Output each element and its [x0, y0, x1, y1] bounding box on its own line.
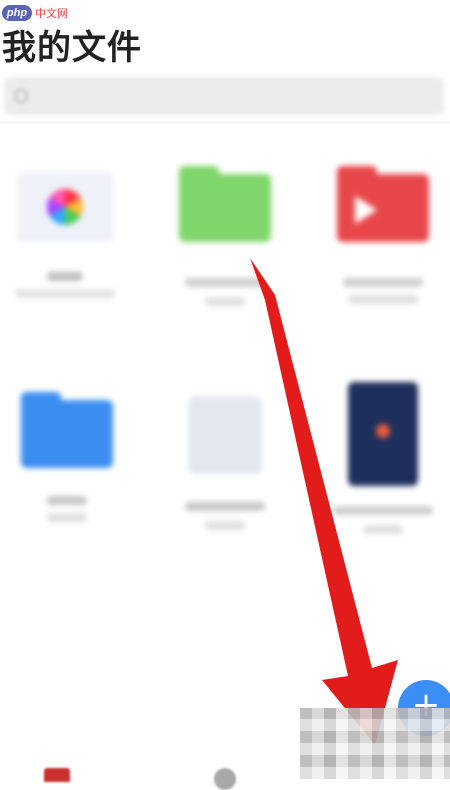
mosaic-overlay: [300, 708, 450, 779]
file-meta: [348, 295, 418, 304]
files-tab-icon[interactable]: [44, 768, 70, 782]
book-icon: [348, 382, 418, 486]
file-item-photos[interactable]: [0, 172, 130, 372]
file-item-document[interactable]: [160, 396, 290, 596]
play-icon: [355, 196, 377, 224]
watermark-text: 中文网: [35, 7, 68, 20]
file-item-green-folder[interactable]: [160, 166, 290, 374]
tab-icon[interactable]: [214, 768, 236, 790]
flower-icon: [47, 189, 83, 225]
file-meta: [363, 525, 403, 534]
file-item-video-folder[interactable]: [318, 166, 448, 374]
green-folder-icon: [179, 166, 271, 242]
search-bar[interactable]: [4, 77, 444, 115]
bottom-nav: [0, 766, 300, 790]
divider: [0, 122, 450, 123]
blue-folder-icon: [21, 392, 113, 468]
file-meta: [15, 289, 115, 298]
photos-icon: [17, 172, 113, 242]
file-meta: [47, 513, 87, 522]
file-name: [333, 506, 433, 515]
file-name: [185, 502, 265, 511]
file-name: [343, 278, 423, 287]
file-item-blue-folder[interactable]: [2, 392, 132, 600]
file-meta: [205, 297, 245, 306]
file-meta: [205, 521, 245, 530]
file-name: [47, 272, 83, 281]
document-icon: [188, 396, 262, 474]
file-grid: [0, 150, 450, 570]
file-item-book[interactable]: [318, 382, 448, 582]
page-title: 我的文件: [2, 28, 142, 68]
watermark-logo: php: [2, 5, 32, 21]
file-name: [47, 496, 87, 505]
file-name: [185, 278, 265, 287]
video-folder-icon: [337, 166, 429, 242]
search-icon: [14, 89, 28, 103]
